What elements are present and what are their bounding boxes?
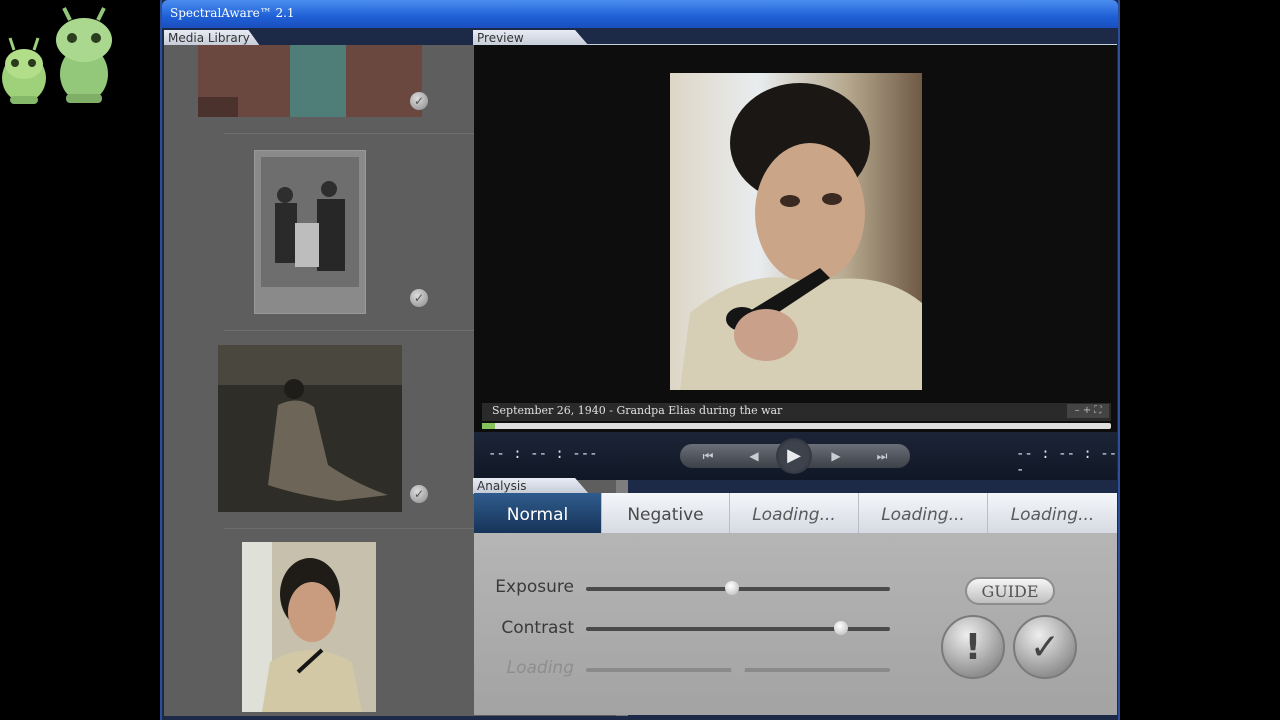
tab-normal[interactable]: Normal: [474, 493, 602, 533]
step-forward-button[interactable]: ▶: [816, 444, 856, 468]
photo-1-check-icon[interactable]: ✓: [410, 92, 428, 110]
contrast-label: Contrast: [501, 618, 574, 638]
time-elapsed: -- : -- : ---: [488, 446, 598, 462]
preview-image[interactable]: [670, 73, 922, 390]
exposure-slider[interactable]: [586, 581, 890, 595]
transport-controls: ⏮ ◀ ▶ ▶ ⏭: [680, 438, 910, 474]
tab-loading-3[interactable]: Loading...: [988, 493, 1117, 533]
preview-frame: [474, 44, 1117, 437]
library-item-photo-1[interactable]: [198, 45, 422, 117]
play-button[interactable]: ▶: [776, 438, 812, 474]
window-title: SpectralAware™ 2.1: [170, 6, 295, 20]
exposure-label: Exposure: [495, 577, 574, 597]
photo-3-check-icon[interactable]: ✓: [410, 485, 428, 503]
tab-negative[interactable]: Negative: [602, 493, 730, 533]
guide-button[interactable]: GUIDE: [965, 577, 1055, 605]
time-remaining: -- : -- : ---: [1016, 446, 1118, 478]
analysis-label: Analysis: [473, 478, 589, 494]
media-library-label: Media Library: [164, 30, 260, 46]
warning-button[interactable]: !: [941, 615, 1005, 679]
loading-slider: [586, 662, 890, 676]
title-bar[interactable]: SpectralAware™ 2.1: [162, 0, 1118, 28]
photo-caption: September 26, 1940 - Grandpa Elias durin…: [492, 404, 783, 417]
loading-slider-knob: [731, 662, 745, 676]
library-item-photo-2[interactable]: [254, 150, 366, 314]
contrast-slider[interactable]: [586, 621, 890, 635]
mascot-small-icon: [2, 37, 46, 104]
exposure-slider-knob[interactable]: [724, 581, 739, 595]
caption-bar: September 26, 1940 - Grandpa Elias durin…: [482, 403, 1111, 421]
photo-3-image: [218, 345, 402, 512]
step-back-button[interactable]: ◀: [734, 444, 774, 468]
photo-2-image: [261, 157, 359, 287]
library-item-photo-3[interactable]: [218, 345, 402, 512]
analysis-panel: Normal Negative Loading... Loading... Lo…: [474, 493, 1117, 715]
analysis-tabs: Normal Negative Loading... Loading... Lo…: [474, 493, 1117, 533]
playback-progress[interactable]: [482, 423, 1111, 429]
skip-last-button[interactable]: ⏭: [862, 444, 902, 468]
tab-loading-1[interactable]: Loading...: [730, 493, 859, 533]
loading-label: Loading: [506, 658, 574, 678]
photo-1-image: [198, 45, 422, 117]
mascot-large-icon: [56, 7, 112, 103]
contrast-slider-knob[interactable]: [834, 621, 849, 635]
tab-loading-2[interactable]: Loading...: [859, 493, 988, 533]
skip-first-button[interactable]: ⏮: [688, 444, 728, 468]
playback-progress-fill: [482, 423, 495, 429]
app-window: SpectralAware™ 2.1 Media Library Preview…: [160, 0, 1120, 720]
confirm-button[interactable]: ✓: [1013, 615, 1077, 679]
library-item-photo-4[interactable]: [242, 542, 376, 712]
photo-4-image: [242, 542, 376, 712]
photo-2-check-icon[interactable]: ✓: [410, 289, 428, 307]
zoom-controls[interactable]: – + ⛶: [1067, 404, 1109, 418]
